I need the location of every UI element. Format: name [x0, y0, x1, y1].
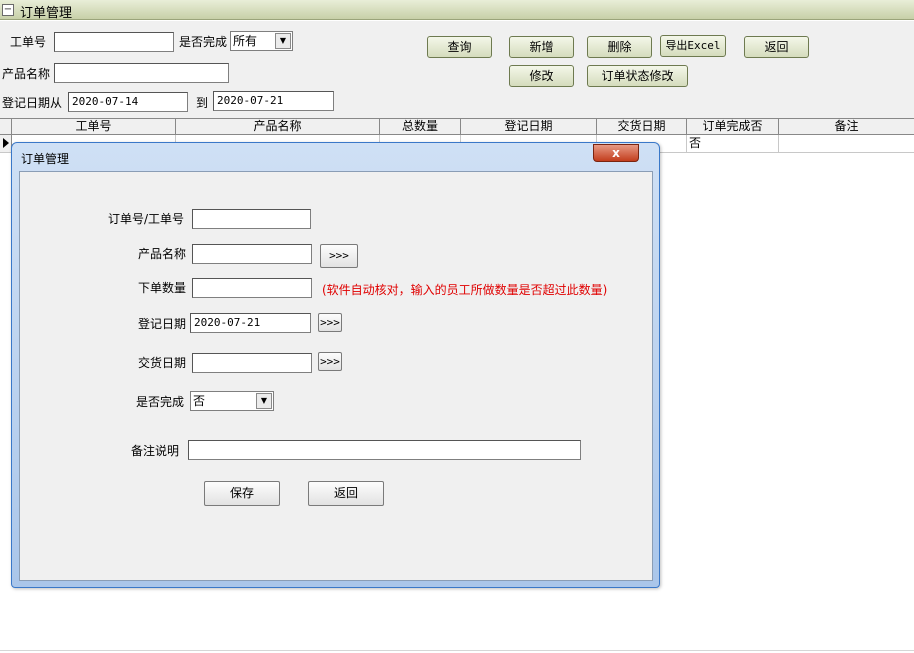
back-button[interactable]: 返回	[744, 36, 809, 58]
complete-select-value: 否	[193, 394, 206, 408]
qty-note: (软件自动核对，输入的员工所做数量是否超过此数量)	[322, 283, 608, 297]
product-picker-button[interactable]: >>>	[320, 244, 358, 268]
add-button[interactable]: 新增	[509, 36, 574, 58]
work-no-label: 工单号	[10, 35, 47, 49]
product-label: 产品名称	[138, 247, 187, 261]
reg-date-input[interactable]: 2020-07-21	[190, 313, 311, 333]
window-titlebar: − 订单管理	[0, 0, 914, 21]
complete-label: 是否完成	[136, 395, 185, 409]
order-qty-input[interactable]	[192, 278, 312, 298]
column-header-delivery-date[interactable]: 交货日期	[597, 119, 687, 135]
delivery-date-picker-button[interactable]: >>>	[318, 352, 342, 371]
dialog-back-button[interactable]: 返回	[308, 481, 384, 506]
status-divider	[0, 650, 914, 651]
column-header-remark[interactable]: 备注	[779, 119, 914, 135]
date-to-input[interactable]: 2020-07-21	[213, 91, 334, 111]
remark-label: 备注说明	[131, 444, 180, 458]
column-header-complete[interactable]: 订单完成否	[687, 119, 779, 135]
system-menu-icon[interactable]: −	[2, 4, 14, 16]
delivery-date-input[interactable]	[192, 353, 312, 373]
delete-button[interactable]: 删除	[587, 36, 652, 58]
grid-corner	[0, 119, 12, 135]
column-header-work-no[interactable]: 工单号	[12, 119, 176, 135]
reg-date-picker-button[interactable]: >>>	[318, 313, 342, 332]
complete-filter-select[interactable]: 所有 ▼	[230, 31, 293, 51]
complete-filter-value: 所有	[233, 34, 258, 48]
order-dialog: 订单管理 x 订单号/工单号 产品名称 >>> 下单数量 (软件自动核对，输入的…	[11, 142, 660, 588]
order-status-edit-button[interactable]: 订单状态修改	[587, 65, 688, 87]
order-no-label: 订单号/工单号	[108, 212, 185, 226]
cell-complete: 否	[687, 135, 779, 152]
order-no-input[interactable]	[192, 209, 311, 229]
remark-input[interactable]	[188, 440, 581, 460]
export-excel-button[interactable]: 导出Excel	[660, 35, 726, 57]
close-icon[interactable]: x	[593, 144, 639, 162]
product-filter-input[interactable]	[54, 63, 229, 83]
save-button[interactable]: 保存	[204, 481, 280, 506]
work-no-input[interactable]	[54, 32, 174, 52]
order-qty-label: 下单数量	[138, 281, 187, 295]
date-to-label: 到	[196, 96, 209, 110]
date-from-label: 登记日期从	[2, 96, 63, 110]
dropdown-arrow-icon[interactable]: ▼	[275, 33, 291, 49]
product-filter-label: 产品名称	[2, 67, 51, 81]
grid-header: 工单号 产品名称 总数量 登记日期 交货日期 订单完成否 备注	[0, 118, 914, 135]
product-input[interactable]	[192, 244, 312, 264]
window-title: 订单管理	[20, 6, 73, 21]
complete-select[interactable]: 否 ▼	[190, 391, 274, 411]
reg-date-label: 登记日期	[138, 317, 187, 331]
dropdown-arrow-icon[interactable]: ▼	[256, 393, 272, 409]
cell-remark	[779, 135, 914, 152]
dialog-title: 订单管理	[21, 152, 70, 166]
query-button[interactable]: 查询	[427, 36, 492, 58]
delivery-date-label: 交货日期	[138, 356, 187, 370]
date-from-input[interactable]: 2020-07-14	[68, 92, 188, 112]
column-header-reg-date[interactable]: 登记日期	[461, 119, 597, 135]
edit-button[interactable]: 修改	[509, 65, 574, 87]
column-header-product[interactable]: 产品名称	[176, 119, 380, 135]
complete-filter-label: 是否完成	[179, 35, 228, 49]
dialog-body: 订单号/工单号 产品名称 >>> 下单数量 (软件自动核对，输入的员工所做数量是…	[19, 171, 653, 581]
column-header-quantity[interactable]: 总数量	[380, 119, 461, 135]
